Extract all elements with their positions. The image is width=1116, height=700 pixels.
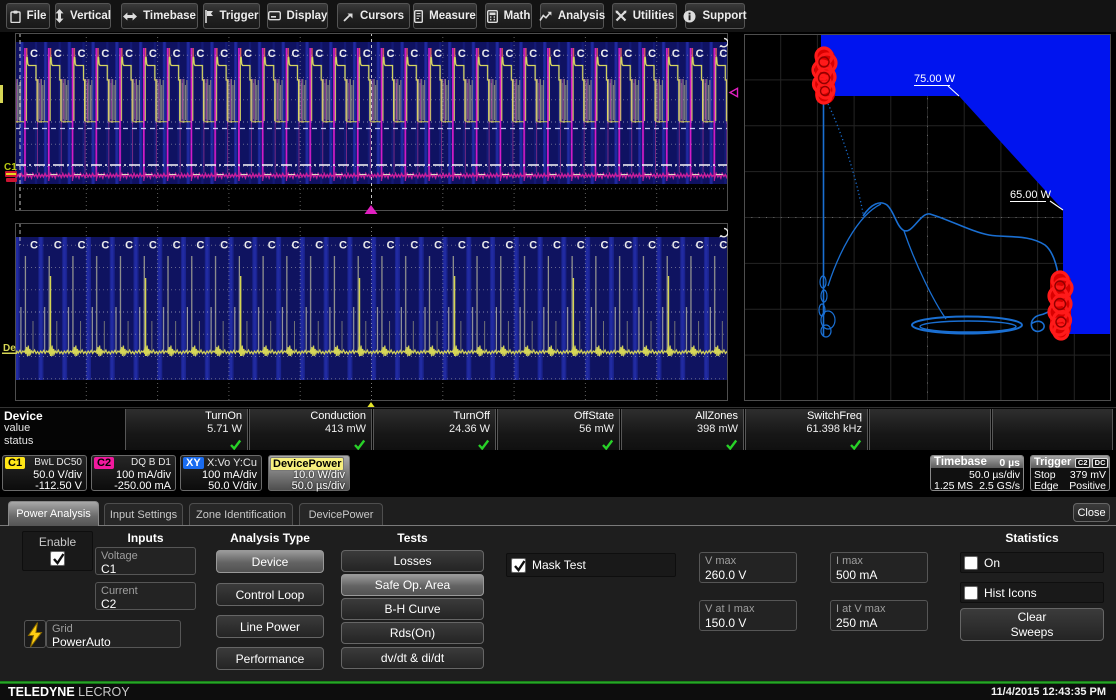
svg-text:65.00 W: 65.00 W [1010,189,1052,201]
svg-text:75.00 W: 75.00 W [914,73,956,85]
